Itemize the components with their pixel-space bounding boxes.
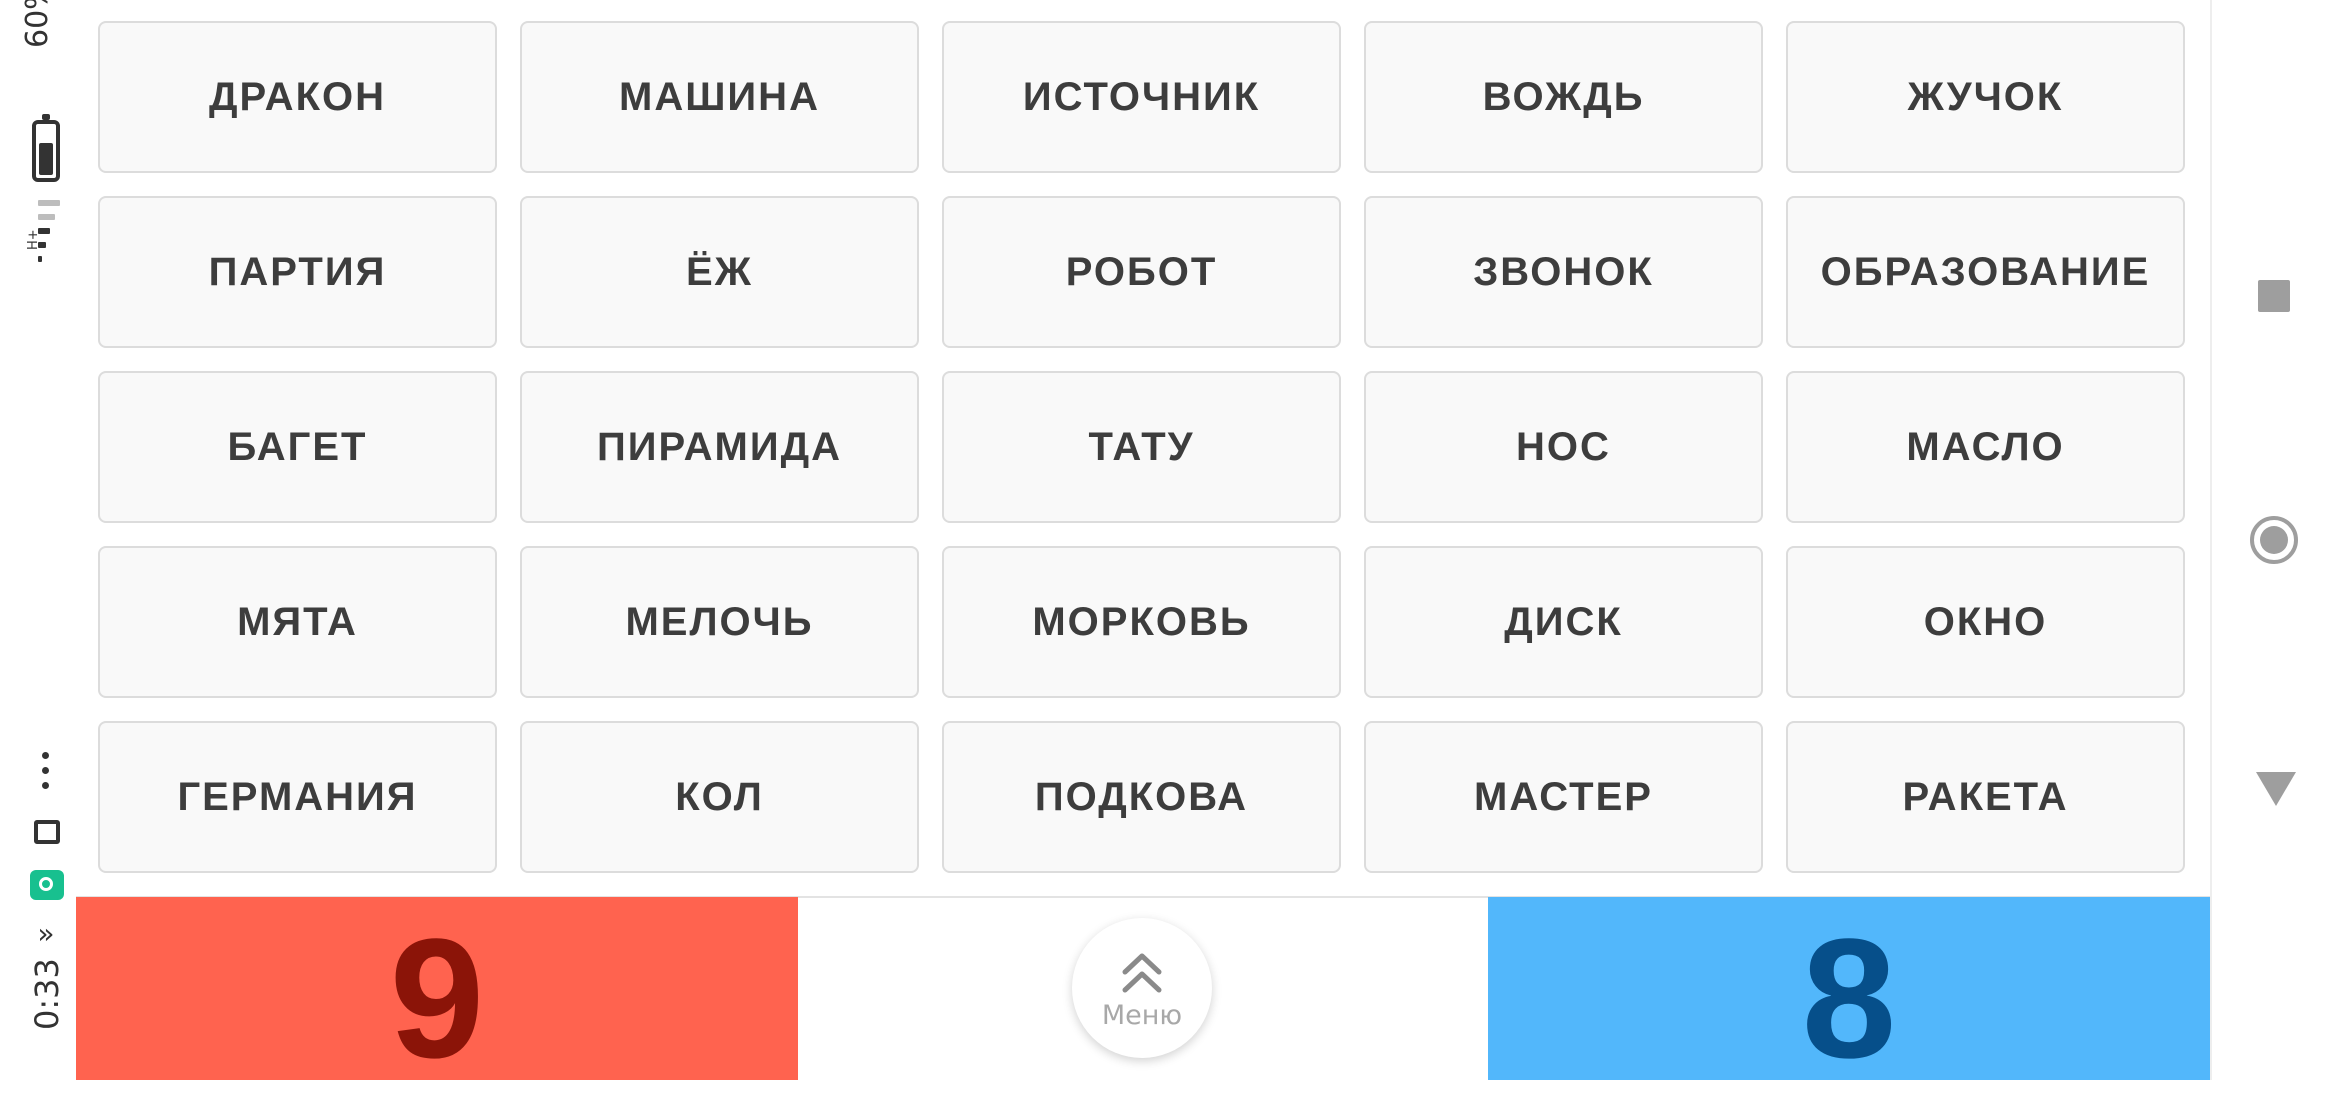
word-label: ПИРАМИДА — [596, 424, 842, 469]
word-card[interactable]: МАСТЕР — [1364, 721, 1763, 873]
notification-icon — [34, 820, 60, 844]
home-icon[interactable] — [2250, 516, 2298, 564]
word-label: ДИСК — [1504, 599, 1623, 644]
word-label: МЯТА — [237, 599, 358, 644]
double-chevron-up-icon — [1122, 953, 1162, 992]
battery-percent: 60% — [20, 0, 55, 48]
word-label: ЗВОНОК — [1473, 249, 1654, 294]
word-label: ПОДКОВА — [1034, 774, 1249, 819]
word-label: ГЕРМАНИЯ — [177, 774, 418, 819]
word-card[interactable]: ЁЖ — [520, 196, 919, 348]
word-card[interactable]: КОЛ — [520, 721, 919, 873]
word-card[interactable]: РОБОТ — [942, 196, 1341, 348]
word-label: МАСЛО — [1906, 424, 2065, 469]
word-label: ИСТОЧНИК — [1022, 74, 1261, 119]
word-card[interactable]: МАШИНА — [520, 21, 919, 173]
word-card[interactable]: РАКЕТА — [1786, 721, 2185, 873]
word-label: БАГЕТ — [227, 424, 368, 469]
word-card[interactable]: ПАРТИЯ — [98, 196, 497, 348]
word-card[interactable]: НОС — [1364, 371, 1763, 523]
word-card[interactable]: МАСЛО — [1786, 371, 2185, 523]
word-card[interactable]: ПИРАМИДА — [520, 371, 919, 523]
word-card[interactable]: БАГЕТ — [98, 371, 497, 523]
word-label: МОРКОВЬ — [1032, 599, 1251, 644]
blue-team-score: 8 — [1801, 903, 1897, 1094]
word-label: ОБРАЗОВАНИЕ — [1820, 249, 2151, 294]
word-label: МЕЛОЧЬ — [625, 599, 814, 644]
word-card[interactable]: ВОЖДЬ — [1364, 21, 1763, 173]
back-icon[interactable] — [2256, 772, 2296, 806]
more-icon — [42, 752, 49, 797]
status-bar: 60% H+ » 0:33 — [0, 0, 76, 1080]
word-card[interactable]: МОРКОВЬ — [942, 546, 1341, 698]
app-icon — [30, 870, 64, 900]
word-label: РОБОТ — [1065, 249, 1218, 294]
word-label: ПАРТИЯ — [208, 249, 387, 294]
word-label: КОЛ — [675, 774, 764, 819]
word-card[interactable]: ДРАКОН — [98, 21, 497, 173]
word-label: ТАТУ — [1088, 424, 1195, 469]
clock: 0:33 — [28, 958, 66, 1030]
network-type: H+ — [26, 229, 41, 250]
word-label: ОКНО — [1923, 599, 2048, 644]
word-card[interactable]: ОБРАЗОВАНИЕ — [1786, 196, 2185, 348]
word-label: ВОЖДЬ — [1482, 74, 1645, 119]
word-card[interactable]: ЗВОНОК — [1364, 196, 1763, 348]
word-label: МАШИНА — [619, 74, 820, 119]
word-label: ЖУЧОК — [1907, 74, 2064, 119]
word-label: ДРАКОН — [209, 74, 386, 119]
menu-button[interactable]: Меню — [1072, 918, 1212, 1058]
word-card[interactable]: ТАТУ — [942, 371, 1341, 523]
menu-label: Меню — [1101, 999, 1183, 1031]
word-card[interactable]: МЕЛОЧЬ — [520, 546, 919, 698]
red-team-score: 9 — [389, 903, 485, 1094]
word-grid: ДРАКОН МАШИНА ИСТОЧНИК ВОЖДЬ ЖУЧОК ПАРТИ… — [98, 21, 2188, 873]
blue-team-score-panel: 8 — [1488, 897, 2210, 1084]
word-label: ЁЖ — [686, 249, 753, 294]
battery-icon — [32, 114, 60, 182]
red-team-score-panel: 9 — [76, 897, 798, 1084]
word-label: МАСТЕР — [1474, 774, 1653, 819]
word-card[interactable]: ИСТОЧНИК — [942, 21, 1341, 173]
word-label: РАКЕТА — [1902, 774, 2069, 819]
word-card[interactable]: МЯТА — [98, 546, 497, 698]
word-card[interactable]: ПОДКОВА — [942, 721, 1341, 873]
word-card[interactable]: ГЕРМАНИЯ — [98, 721, 497, 873]
word-label: НОС — [1516, 424, 1611, 469]
word-card[interactable]: ДИСК — [1364, 546, 1763, 698]
word-card[interactable]: ОКНО — [1786, 546, 2185, 698]
word-card[interactable]: ЖУЧОК — [1786, 21, 2185, 173]
recents-icon[interactable] — [2258, 280, 2290, 312]
